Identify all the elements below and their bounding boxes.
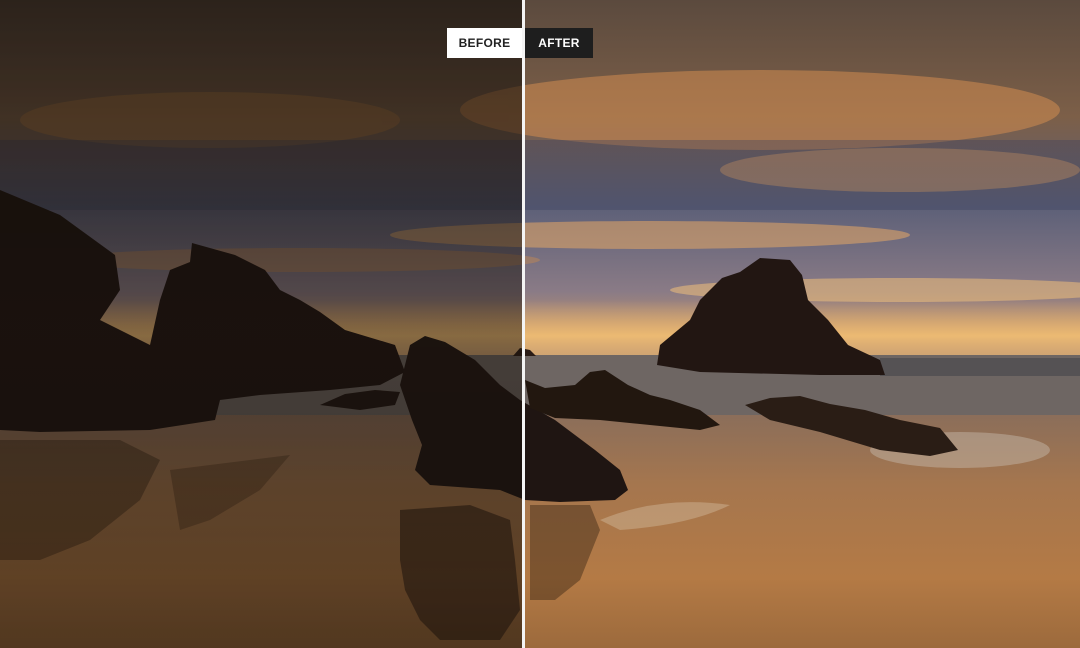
after-label: AFTER (525, 28, 593, 58)
before-label: BEFORE (447, 28, 522, 58)
comparison-slider-handle[interactable] (522, 0, 525, 648)
before-image (0, 0, 522, 648)
before-after-comparison[interactable]: BEFORE AFTER (0, 0, 1080, 648)
after-image (525, 0, 1080, 648)
